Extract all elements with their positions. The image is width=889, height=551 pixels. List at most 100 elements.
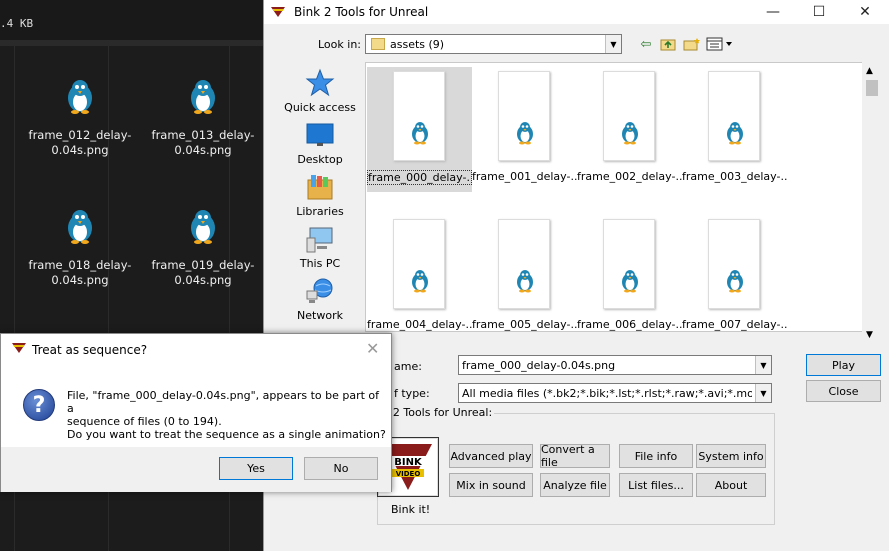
- penguin-thumbnail: [175, 68, 231, 124]
- explorer-file-item[interactable]: frame_019_delay-0.04s.png: [148, 198, 258, 288]
- desktop-icon: [305, 120, 335, 150]
- file-label: frame_001_delay-...: [472, 170, 577, 183]
- file-name-value: frame_000_delay-0.04s.png: [462, 359, 616, 372]
- place-label: Libraries: [296, 205, 344, 218]
- treat-as-sequence-dialog: Treat as sequence? ✕ ? File, "frame_000_…: [0, 333, 392, 492]
- file-name-label: ame:: [394, 360, 422, 373]
- new-folder-icon[interactable]: [682, 35, 702, 53]
- place-libraries[interactable]: Libraries: [275, 172, 365, 218]
- network-icon: [305, 276, 335, 306]
- file-item[interactable]: frame_001_delay-...: [472, 67, 577, 192]
- libraries-icon: [305, 172, 335, 202]
- look-in-value: assets (9): [390, 38, 445, 51]
- file-label: frame_007_delay-...: [682, 318, 787, 331]
- dialog-close-icon[interactable]: ✕: [366, 339, 379, 358]
- file-thumbnail: [498, 219, 550, 309]
- penguin-thumbnail: [52, 198, 108, 254]
- close-button[interactable]: Close: [806, 380, 881, 402]
- file-item[interactable]: frame_005_delay-...: [472, 215, 577, 331]
- list-files-button[interactable]: List files...: [619, 473, 693, 497]
- bink-app-icon: [11, 341, 27, 355]
- mix-in-sound-button[interactable]: Mix in sound: [449, 473, 533, 497]
- up-folder-icon[interactable]: [658, 35, 678, 53]
- file-item[interactable]: frame_002_delay-...: [577, 67, 682, 192]
- analyze-file-button[interactable]: Analyze file: [540, 473, 610, 497]
- file-name-field[interactable]: frame_000_delay-0.04s.png ▼: [458, 355, 772, 375]
- scroll-down-icon[interactable]: ▼: [866, 330, 873, 340]
- place-network[interactable]: Network: [275, 276, 365, 322]
- file-thumbnail: [603, 71, 655, 161]
- scroll-up-icon[interactable]: ▲: [866, 66, 873, 76]
- advanced-play-button[interactable]: Advanced play: [449, 444, 533, 468]
- file-item[interactable]: frame_007_delay-...: [682, 215, 787, 331]
- file-type-select[interactable]: All media files (*.bk2;*.bik;*.lst;*.rls…: [458, 383, 772, 403]
- close-window-button[interactable]: ✕: [842, 0, 888, 24]
- about-button[interactable]: About: [696, 473, 766, 497]
- dialog-message: File, "frame_000_delay-0.04s.png", appea…: [67, 389, 387, 441]
- file-thumbnail: [708, 219, 760, 309]
- chevron-down-icon[interactable]: ▼: [755, 384, 771, 402]
- explorer-file-label: frame_019_delay-0.04s.png: [151, 258, 255, 287]
- place-this-pc[interactable]: This PC: [275, 224, 365, 270]
- dialog-message-line: File, "frame_000_delay-0.04s.png", appea…: [67, 389, 380, 415]
- file-size-text: .4 KB: [0, 17, 34, 30]
- file-type-value: All media files (*.bk2;*.bik;*.lst;*.rls…: [462, 387, 752, 400]
- dialog-title: Treat as sequence?: [32, 343, 148, 357]
- yes-button[interactable]: Yes: [219, 457, 293, 480]
- chevron-down-icon[interactable]: ▼: [755, 356, 771, 374]
- system-info-button[interactable]: System info: [696, 444, 766, 468]
- file-label: frame_003_delay-...: [682, 170, 787, 183]
- bink-app-icon: [270, 5, 286, 19]
- maximize-button[interactable]: ☐: [796, 0, 842, 24]
- dialog-message-line: Do you want to treat the sequence as a s…: [67, 428, 386, 441]
- explorer-file-item[interactable]: frame_018_delay-0.04s.png: [25, 198, 135, 288]
- place-label: Desktop: [297, 153, 343, 166]
- file-label: frame_002_delay-...: [577, 170, 682, 183]
- tools-group-title: k 2 Tools for Unreal:: [381, 406, 495, 419]
- quick-access-icon: [305, 68, 335, 98]
- penguin-thumbnail: [52, 68, 108, 124]
- place-label: Quick access: [284, 101, 356, 114]
- dialog-footer: Yes No: [1, 447, 391, 492]
- file-item[interactable]: frame_003_delay-...: [682, 67, 787, 192]
- look-in-select[interactable]: assets (9) ▼: [365, 34, 622, 54]
- back-arrow-icon[interactable]: ⇦: [636, 35, 656, 53]
- file-thumbnail: [393, 71, 445, 161]
- explorer-file-label: frame_012_delay-0.04s.png: [28, 128, 132, 157]
- file-item[interactable]: frame_006_delay-...: [577, 215, 682, 331]
- penguin-thumbnail: [175, 198, 231, 254]
- file-label: frame_005_delay-...: [472, 318, 577, 331]
- explorer-divider: [0, 40, 263, 46]
- logo-text: BINK: [394, 457, 423, 468]
- question-icon: ?: [23, 389, 55, 421]
- play-button[interactable]: Play: [806, 354, 881, 376]
- place-quick-access[interactable]: Quick access: [275, 68, 365, 114]
- file-label: frame_006_delay-...: [577, 318, 682, 331]
- file-thumbnail: [603, 219, 655, 309]
- file-item[interactable]: frame_000_delay-...: [367, 67, 472, 192]
- bink-it-label[interactable]: Bink it!: [391, 503, 430, 516]
- file-item[interactable]: frame_004_delay-...: [367, 215, 472, 331]
- look-in-label: Look in:: [318, 38, 361, 51]
- no-button[interactable]: No: [304, 457, 378, 480]
- place-label: This PC: [299, 257, 341, 270]
- file-thumbnail: [498, 71, 550, 161]
- file-list-scrollbar[interactable]: ▲ ▼: [862, 62, 882, 344]
- file-list[interactable]: frame_000_delay-... frame_001_delay-... …: [365, 62, 882, 332]
- file-label: frame_004_delay-...: [367, 318, 472, 331]
- file-thumbnail: [708, 71, 760, 161]
- explorer-file-item[interactable]: frame_013_delay-0.04s.png: [148, 68, 258, 158]
- explorer-file-item[interactable]: frame_012_delay-0.04s.png: [25, 68, 135, 158]
- place-desktop[interactable]: Desktop: [275, 120, 365, 166]
- explorer-file-label: frame_018_delay-0.04s.png: [28, 258, 132, 287]
- scrollbar-thumb[interactable]: [866, 80, 878, 96]
- window-title: Bink 2 Tools for Unreal: [294, 5, 429, 19]
- minimize-button[interactable]: —: [750, 0, 796, 24]
- chevron-down-icon[interactable]: ▼: [605, 35, 621, 53]
- file-info-button[interactable]: File info: [619, 444, 693, 468]
- explorer-topbar: [0, 0, 263, 40]
- convert-file-button[interactable]: Convert a file: [540, 443, 610, 469]
- view-menu-icon[interactable]: [705, 35, 735, 53]
- explorer-file-label: frame_013_delay-0.04s.png: [151, 128, 255, 157]
- logo-subtext: VIDEO: [396, 470, 421, 478]
